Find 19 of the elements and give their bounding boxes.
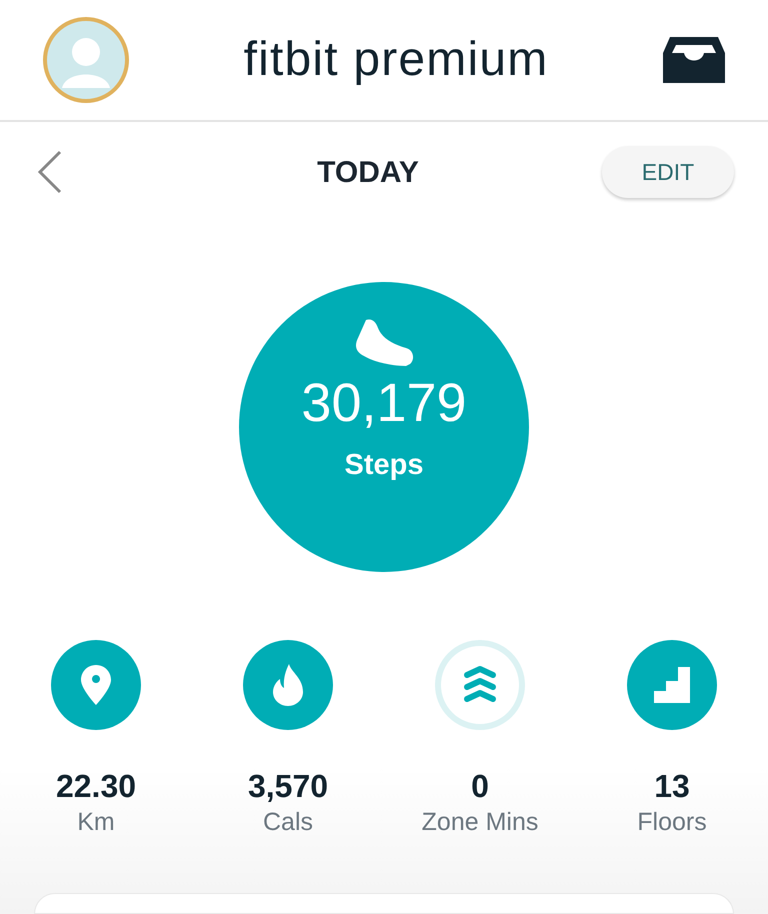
inbox-icon[interactable] [662,35,726,85]
stat-label: Cals [262,810,313,835]
stat-label: Km [77,810,115,835]
edit-button[interactable]: EDIT [602,146,734,198]
back-chevron-icon[interactable] [36,150,64,194]
stairs-icon [652,665,692,705]
stat-value: 13 [654,770,690,802]
stat-label: Zone Mins [422,810,538,835]
stat-value: 3,570 [248,770,328,802]
stat-label: Floors [637,810,707,835]
location-pin-icon [79,663,113,707]
stat-value: 22.30 [56,770,136,802]
flame-icon [271,662,305,708]
steps-value: 30,179 [301,376,467,430]
steps-label: Steps [344,448,424,483]
app-title: fitbit premium [244,32,548,88]
page-title: TODAY [317,154,419,190]
avatar[interactable] [42,16,130,104]
stat-value: 0 [471,770,489,802]
